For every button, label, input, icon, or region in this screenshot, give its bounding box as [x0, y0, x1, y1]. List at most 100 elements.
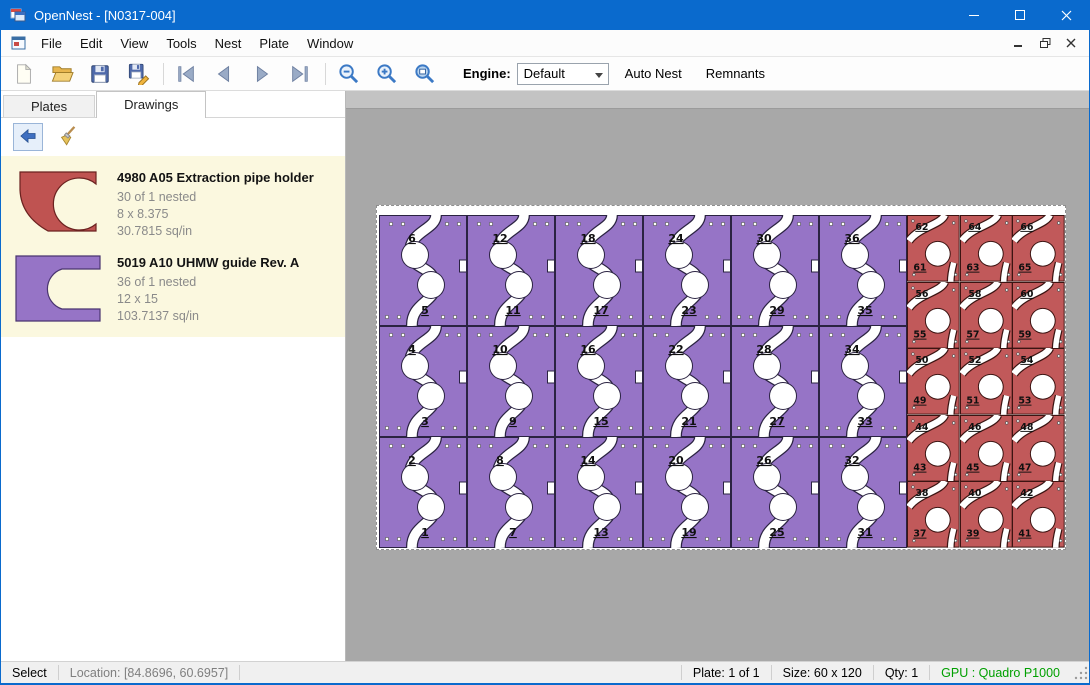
- nested-pair-purple[interactable]: 2019: [643, 437, 731, 548]
- zoom-out-button[interactable]: [333, 60, 363, 88]
- menu-window[interactable]: Window: [298, 30, 362, 56]
- save-button[interactable]: [85, 60, 115, 88]
- nested-pair-purple[interactable]: 2625: [731, 437, 819, 548]
- svg-text:9: 9: [509, 415, 517, 428]
- nested-pair-purple[interactable]: 2221: [643, 326, 731, 437]
- nested-pair-purple[interactable]: 43: [379, 326, 467, 437]
- nested-pair-purple[interactable]: 3231: [819, 437, 907, 548]
- menu-view[interactable]: View: [111, 30, 157, 56]
- svg-text:43: 43: [913, 462, 926, 473]
- svg-text:18: 18: [580, 232, 595, 245]
- return-part-button[interactable]: [13, 123, 43, 151]
- svg-text:20: 20: [668, 454, 684, 467]
- auto-nest-button[interactable]: Auto Nest: [617, 61, 690, 87]
- nested-pair-purple[interactable]: 1615: [555, 326, 643, 437]
- svg-text:59: 59: [1019, 329, 1032, 340]
- nested-pair-red[interactable]: 6463: [960, 215, 1013, 282]
- svg-text:2: 2: [408, 454, 416, 467]
- maximize-button[interactable]: [997, 0, 1043, 30]
- window-title: OpenNest - [N0317-004]: [34, 8, 176, 23]
- svg-text:4: 4: [408, 343, 416, 356]
- nested-pair-purple[interactable]: 1413: [555, 437, 643, 548]
- nested-pair-purple[interactable]: 3635: [819, 215, 907, 326]
- menu-file[interactable]: File: [32, 30, 71, 56]
- mdi-restore-icon[interactable]: [1033, 33, 1057, 53]
- menu-tools[interactable]: Tools: [157, 30, 205, 56]
- drawing-size: 8 x 8.375: [117, 206, 314, 223]
- svg-text:28: 28: [756, 343, 771, 356]
- open-button[interactable]: [47, 60, 77, 88]
- engine-label: Engine:: [463, 66, 511, 81]
- nested-pair-purple[interactable]: 3029: [731, 215, 819, 326]
- svg-text:38: 38: [915, 488, 928, 499]
- zoom-fit-button[interactable]: [409, 60, 439, 88]
- nested-pair-red[interactable]: 5453: [1012, 348, 1065, 415]
- drawing-item[interactable]: 4980 A05 Extraction pipe holder 30 of 1 …: [1, 159, 345, 244]
- nested-pair-purple[interactable]: 2827: [731, 326, 819, 437]
- mdi-minimize-icon[interactable]: [1007, 33, 1031, 53]
- svg-text:52: 52: [968, 355, 981, 366]
- title-bar: OpenNest - [N0317-004]: [1, 0, 1089, 30]
- status-mode: Select: [1, 666, 58, 680]
- engine-select[interactable]: Default: [517, 63, 609, 85]
- nested-pair-red[interactable]: 4443: [907, 415, 960, 482]
- drawing-item[interactable]: 5019 A10 UHMW guide Rev. A 36 of 1 neste…: [1, 244, 345, 329]
- save-as-button[interactable]: [123, 60, 153, 88]
- close-button[interactable]: [1043, 0, 1089, 30]
- tab-drawings[interactable]: Drawings: [96, 91, 206, 118]
- first-plate-button[interactable]: [171, 60, 201, 88]
- nested-pair-red[interactable]: 6261: [907, 215, 960, 282]
- svg-text:58: 58: [968, 289, 981, 300]
- nested-pair-red[interactable]: 5251: [960, 348, 1013, 415]
- previous-plate-button[interactable]: [209, 60, 239, 88]
- app-window: OpenNest - [N0317-004] File Edit View To…: [0, 0, 1090, 685]
- svg-text:17: 17: [593, 304, 608, 317]
- menu-nest[interactable]: Nest: [206, 30, 251, 56]
- svg-text:40: 40: [968, 488, 982, 499]
- nested-pair-purple[interactable]: 21: [379, 437, 467, 548]
- menu-edit[interactable]: Edit: [71, 30, 111, 56]
- zoom-in-button[interactable]: [371, 60, 401, 88]
- next-plate-button[interactable]: [247, 60, 277, 88]
- svg-text:66: 66: [1021, 222, 1035, 233]
- nested-pair-red[interactable]: 6665: [1012, 215, 1065, 282]
- nested-pair-purple[interactable]: 3433: [819, 326, 907, 437]
- nested-pair-red[interactable]: 40 39: [960, 481, 1013, 548]
- nested-pair-red[interactable]: 4847: [1012, 415, 1065, 482]
- nested-pair-purple[interactable]: 65: [379, 215, 467, 326]
- svg-text:48: 48: [1021, 422, 1034, 433]
- menu-plate[interactable]: Plate: [250, 30, 298, 56]
- nested-pair-red[interactable]: 4645: [960, 415, 1013, 482]
- svg-text:5: 5: [421, 304, 429, 317]
- minimize-button[interactable]: [951, 0, 997, 30]
- mdi-close-icon[interactable]: [1059, 33, 1083, 53]
- resize-grip-icon[interactable]: [1073, 664, 1089, 682]
- nested-pair-red[interactable]: 60 59: [1012, 282, 1065, 349]
- drawing-area: 103.7137 sq/in: [117, 308, 299, 325]
- svg-text:8: 8: [496, 454, 504, 467]
- remnants-button[interactable]: Remnants: [698, 61, 773, 87]
- last-plate-button[interactable]: [285, 60, 315, 88]
- svg-text:29: 29: [769, 304, 784, 317]
- plate[interactable]: 65 1211 1817 2423 3029: [376, 205, 1066, 550]
- tab-plates[interactable]: Plates: [3, 95, 95, 117]
- nested-pair-purple[interactable]: 109: [467, 326, 555, 437]
- nested-pair-purple[interactable]: 1211: [467, 215, 555, 326]
- nested-pair-purple[interactable]: 1817: [555, 215, 643, 326]
- nested-pair-red[interactable]: 5857: [960, 282, 1013, 349]
- svg-text:39: 39: [966, 529, 979, 540]
- nested-pair-purple[interactable]: 2423: [643, 215, 731, 326]
- nested-pair-purple[interactable]: 87: [467, 437, 555, 548]
- nested-pair-red[interactable]: 4241: [1012, 481, 1065, 548]
- clean-button[interactable]: [53, 123, 83, 151]
- nested-pair-red[interactable]: 5049: [907, 348, 960, 415]
- drawing-nested: 30 of 1 nested: [117, 189, 314, 206]
- canvas-top-strip: [346, 91, 1089, 109]
- nested-pair-red[interactable]: 5655: [907, 282, 960, 349]
- nested-pair-red[interactable]: 3837: [907, 481, 960, 548]
- nest-canvas[interactable]: 65 1211 1817 2423 3029: [346, 91, 1089, 661]
- new-button[interactable]: [9, 60, 39, 88]
- svg-text:60: 60: [1021, 289, 1035, 300]
- svg-text:12: 12: [492, 232, 507, 245]
- status-qty: Qty: 1: [874, 666, 929, 680]
